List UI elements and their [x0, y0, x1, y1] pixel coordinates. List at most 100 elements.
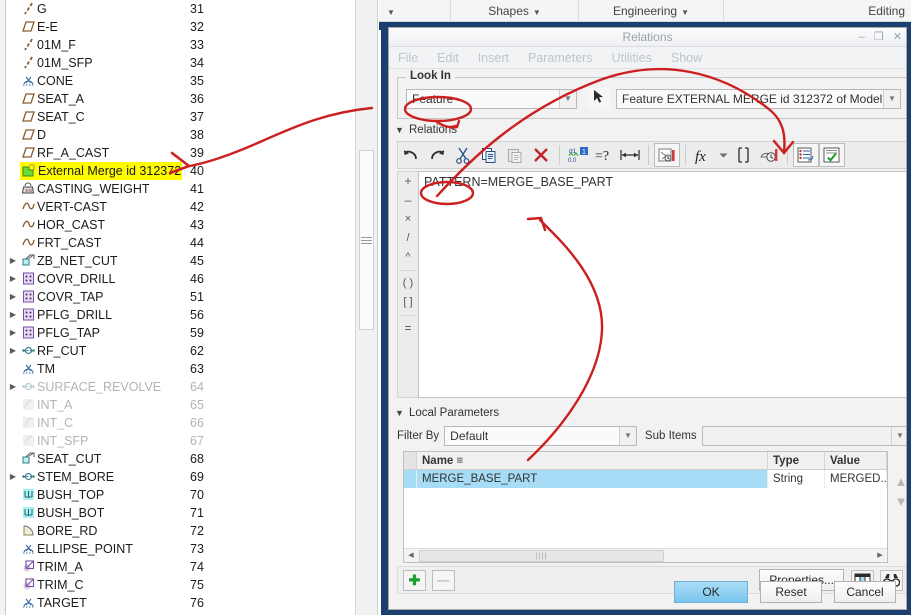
- tree-item-rf-cut[interactable]: ▶RF_CUT62: [0, 342, 355, 360]
- paste-icon[interactable]: [502, 143, 528, 167]
- scroll-right-icon[interactable]: ▶: [873, 549, 887, 562]
- column-header-value[interactable]: Value: [825, 452, 887, 469]
- tree-item-pflg-tap[interactable]: ▶PFLG_TAP59: [0, 324, 355, 342]
- tree-item-01m-f[interactable]: ▶01M_F33: [0, 36, 355, 54]
- tree-item-g[interactable]: ▶G31: [0, 0, 355, 18]
- verify-icon[interactable]: =?: [591, 143, 617, 167]
- chevron-down-icon[interactable]: ▼: [533, 8, 541, 17]
- tree-item-int-sfp[interactable]: ▶INT_SFP67: [0, 432, 355, 450]
- operator-button-1[interactable]: –: [398, 191, 418, 210]
- tree-item-target[interactable]: ▶TARGET76: [0, 594, 355, 612]
- tree-item-seat-c[interactable]: ▶SEAT_C37: [0, 108, 355, 126]
- ribbon-group-shapes[interactable]: Shapes▼: [451, 0, 579, 22]
- move-down-icon[interactable]: ▼: [895, 496, 907, 508]
- sort-dimensions-icon[interactable]: d10.01: [565, 143, 591, 167]
- tree-item-bush-top[interactable]: ▶BUSH_TOP70: [0, 486, 355, 504]
- expand-arrow-icon[interactable]: ▶: [6, 306, 20, 324]
- tree-item-bore-rd[interactable]: ▶BORE_RD72: [0, 522, 355, 540]
- tree-item-covr-tap[interactable]: ▶COVR_TAP51: [0, 288, 355, 306]
- expand-arrow-icon[interactable]: ▶: [6, 468, 20, 486]
- maximize-icon[interactable]: ❐: [874, 28, 884, 47]
- relations-text-editor[interactable]: PATTERN=MERGE_BASE_PART: [418, 171, 907, 398]
- move-up-icon[interactable]: ▲: [895, 476, 907, 488]
- expand-arrow-icon[interactable]: ▶: [6, 324, 20, 342]
- relations-section-header[interactable]: ▼Relations: [395, 124, 907, 139]
- menu-item-utilities[interactable]: Utilities: [612, 51, 652, 65]
- relations-dialog[interactable]: Relations – ❐ ✕ FileEditInsertParameters…: [381, 22, 911, 615]
- operator-button-6[interactable]: [ ]: [398, 293, 418, 312]
- function-dropdown-icon[interactable]: [717, 143, 730, 167]
- splitter-grip-icon[interactable]: [361, 235, 372, 246]
- menu-item-file[interactable]: File: [398, 51, 418, 65]
- tree-item-cone[interactable]: ▶CONE35: [0, 72, 355, 90]
- look-in-type-combo[interactable]: Feature ▼: [406, 89, 577, 109]
- model-tree-panel[interactable]: ▶G31▶E-E32▶01M_F33▶01M_SFP34▶CONE35▶SEAT…: [0, 0, 356, 615]
- expand-arrow-icon[interactable]: ▶: [6, 378, 20, 396]
- chevron-down-icon[interactable]: ▼: [891, 427, 907, 445]
- operator-button-4[interactable]: ^: [398, 248, 418, 267]
- local-parameters-table[interactable]: Name ≡TypeValue MERGE_BASE_PARTStringMER…: [403, 451, 888, 563]
- tree-item-seat-a[interactable]: ▶SEAT_A36: [0, 90, 355, 108]
- tree-item-01m-sfp[interactable]: ▶01M_SFP34: [0, 54, 355, 72]
- dialog-titlebar[interactable]: Relations – ❐ ✕: [389, 28, 906, 47]
- chevron-down-icon[interactable]: ▼: [395, 408, 409, 418]
- operator-button-0[interactable]: +: [398, 172, 418, 191]
- tree-item-int-a[interactable]: ▶INT_A65: [0, 396, 355, 414]
- tree-item-ellipse-point[interactable]: ▶ELLIPSE_POINT73: [0, 540, 355, 558]
- tree-item-external-merge-id-312372[interactable]: ▶External Merge id 31237240: [0, 162, 355, 180]
- menu-item-insert[interactable]: Insert: [478, 51, 509, 65]
- ribbon-group-engineering[interactable]: Engineering▼: [579, 0, 724, 22]
- minimize-icon[interactable]: –: [859, 28, 865, 47]
- relation-list-icon[interactable]: [793, 143, 819, 167]
- ok-button[interactable]: OK: [674, 581, 748, 603]
- menu-item-edit[interactable]: Edit: [437, 51, 459, 65]
- redo-icon[interactable]: [424, 143, 450, 167]
- cancel-button[interactable]: Cancel: [834, 581, 896, 603]
- copy-icon[interactable]: [476, 143, 502, 167]
- tree-item-trim-c[interactable]: ▶TRIM_C75: [0, 576, 355, 594]
- tree-item-vert-cast[interactable]: ▶VERT-CAST42: [0, 198, 355, 216]
- validate-icon[interactable]: [819, 143, 845, 167]
- chevron-down-icon[interactable]: ▼: [619, 427, 636, 445]
- tree-item-casting-weight[interactable]: ▶KGCASTING_WEIGHT41: [0, 180, 355, 198]
- chevron-down-icon[interactable]: ▼: [559, 90, 576, 108]
- tree-item-e-e[interactable]: ▶E-E32: [0, 18, 355, 36]
- switch-dimensions-icon[interactable]: [654, 143, 680, 167]
- tree-item-bush-bot[interactable]: ▶BUSH_BOT71: [0, 504, 355, 522]
- operator-button-7[interactable]: =: [398, 319, 418, 338]
- chevron-down-icon[interactable]: ▼: [395, 125, 409, 135]
- dialog-menubar[interactable]: FileEditInsertParametersUtilitiesShow: [389, 47, 906, 69]
- tree-item-trim-a[interactable]: ▶TRIM_A74: [0, 558, 355, 576]
- relations-operator-gutter[interactable]: +–×/^( )[ ]=: [397, 171, 418, 398]
- tree-item-stem-bore[interactable]: ▶STEM_BORE69: [0, 468, 355, 486]
- tree-item-int-c[interactable]: ▶INT_C66: [0, 414, 355, 432]
- reset-button[interactable]: Reset: [760, 581, 822, 603]
- tree-item-rf-a-cast[interactable]: ▶RF_A_CAST39: [0, 144, 355, 162]
- model-tree-list[interactable]: ▶G31▶E-E32▶01M_F33▶01M_SFP34▶CONE35▶SEAT…: [0, 0, 355, 615]
- chevron-down-icon[interactable]: ▼: [387, 8, 395, 17]
- table-row[interactable]: MERGE_BASE_PARTStringMERGED...: [404, 470, 887, 488]
- cut-icon[interactable]: [450, 143, 476, 167]
- tree-item-hor-cast[interactable]: ▶HOR_CAST43: [0, 216, 355, 234]
- expand-arrow-icon[interactable]: ▶: [6, 342, 20, 360]
- tree-item-zb-net-cut[interactable]: ▶ZB_NET_CUT45: [0, 252, 355, 270]
- operator-button-2[interactable]: ×: [398, 210, 418, 229]
- look-in-target-combo[interactable]: Feature EXTERNAL MERGE id 312372 of Mode…: [616, 89, 901, 109]
- ribbon-group-editing[interactable]: Editing: [724, 0, 911, 22]
- expand-arrow-icon[interactable]: ▶: [6, 252, 20, 270]
- expand-arrow-icon[interactable]: ▶: [6, 288, 20, 306]
- relations-toolbar[interactable]: d10.01 =? fx: [397, 141, 907, 169]
- tree-item-covr-drill[interactable]: ▶COVR_DRILL46: [0, 270, 355, 288]
- column-header-type[interactable]: Type: [768, 452, 825, 469]
- delete-icon[interactable]: [528, 143, 554, 167]
- dimension-icon[interactable]: [617, 143, 643, 167]
- undo-icon[interactable]: [398, 143, 424, 167]
- function-icon[interactable]: fx: [691, 143, 717, 167]
- tree-item-d[interactable]: ▶D38: [0, 126, 355, 144]
- info-history-icon[interactable]: [756, 143, 782, 167]
- chevron-down-icon[interactable]: ▼: [883, 90, 900, 108]
- row-selector-cell[interactable]: [404, 470, 417, 488]
- local-parameters-section-header[interactable]: ▼Local Parameters: [395, 407, 907, 422]
- expand-arrow-icon[interactable]: ▶: [6, 270, 20, 288]
- units-icon[interactable]: [730, 143, 756, 167]
